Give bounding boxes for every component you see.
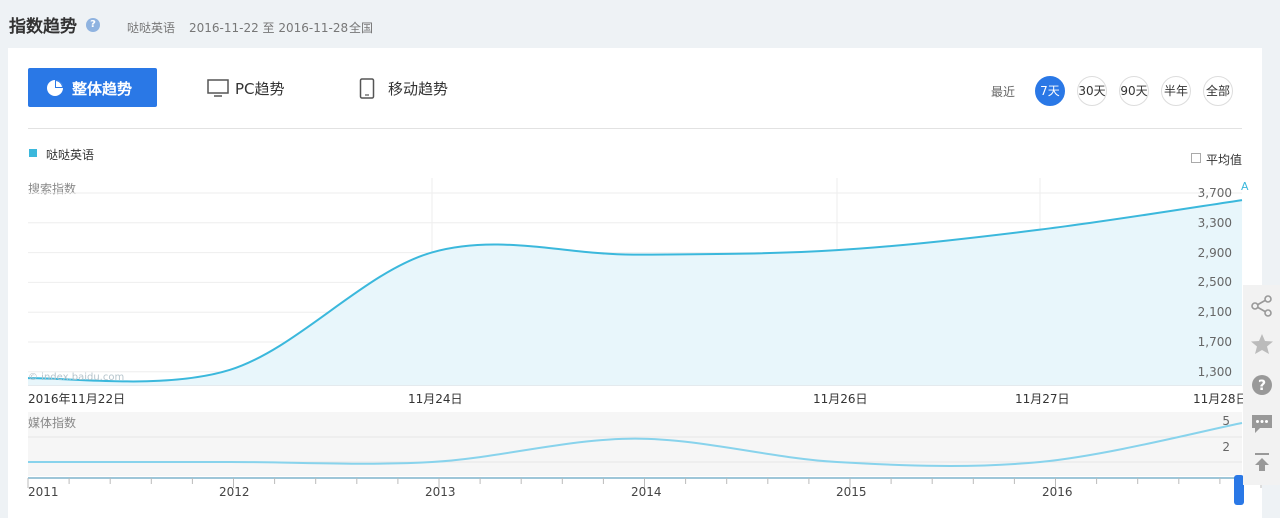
- x-tick-label: 11月24日: [408, 390, 463, 407]
- y-tick-label: 2,100: [1172, 305, 1232, 319]
- y-tick-label: 1,300: [1172, 365, 1232, 379]
- page-title: 指数趋势: [9, 12, 77, 37]
- x-tick-label: 2016年11月22日: [28, 390, 125, 407]
- media-chart-bg: [28, 412, 1242, 476]
- side-toolbar: ?: [1243, 285, 1280, 485]
- help-icon[interactable]: ?: [86, 18, 100, 32]
- top-bar: 指数趋势 ? 哒哒英语 2016-11-22 至 2016-11-28 全国: [0, 0, 1280, 48]
- date-range-text: 2016-11-22 至 2016-11-28: [189, 19, 348, 36]
- y-tick-label: 3,700: [1172, 186, 1232, 200]
- media-y-tick-label: 5: [1170, 414, 1230, 428]
- brush-year-label: 2015: [836, 485, 867, 499]
- brush-year-label: 2013: [425, 485, 456, 499]
- x-tick-label: 11月28日: [1193, 390, 1248, 407]
- brush-year-label: 2014: [631, 485, 662, 499]
- help-button[interactable]: ?: [1243, 365, 1280, 403]
- feedback-button[interactable]: [1243, 405, 1280, 443]
- brush-year-label: 2012: [219, 485, 250, 499]
- back-to-top-button[interactable]: [1243, 443, 1280, 481]
- share-button[interactable]: [1243, 287, 1280, 325]
- trend-panel: 整体趋势 PC趋势 移动趋势 最近 7天 30天 90天 半年 全部 哒哒英语 …: [8, 48, 1262, 518]
- chart-canvas: A: [8, 48, 1262, 518]
- y-tick-label: 1,700: [1172, 335, 1232, 349]
- svg-text:?: ?: [1258, 378, 1266, 394]
- annotation-marker[interactable]: A: [1241, 180, 1249, 193]
- y-tick-label: 3,300: [1172, 216, 1232, 230]
- region-text: 全国: [349, 19, 373, 36]
- media-y-tick-label: 2: [1170, 440, 1230, 454]
- brush-year-label: 2011: [28, 485, 59, 499]
- brush-year-label: 2016: [1042, 485, 1073, 499]
- y-tick-label: 2,900: [1172, 246, 1232, 260]
- x-tick-label: 11月26日: [813, 390, 868, 407]
- keyword-text: 哒哒英语: [127, 19, 175, 36]
- watermark: © index.baidu.com: [28, 372, 124, 383]
- favorite-button[interactable]: [1243, 325, 1280, 363]
- media-index-label: 媒体指数: [28, 414, 76, 431]
- y-tick-label: 2,500: [1172, 275, 1232, 289]
- x-tick-label: 11月27日: [1015, 390, 1070, 407]
